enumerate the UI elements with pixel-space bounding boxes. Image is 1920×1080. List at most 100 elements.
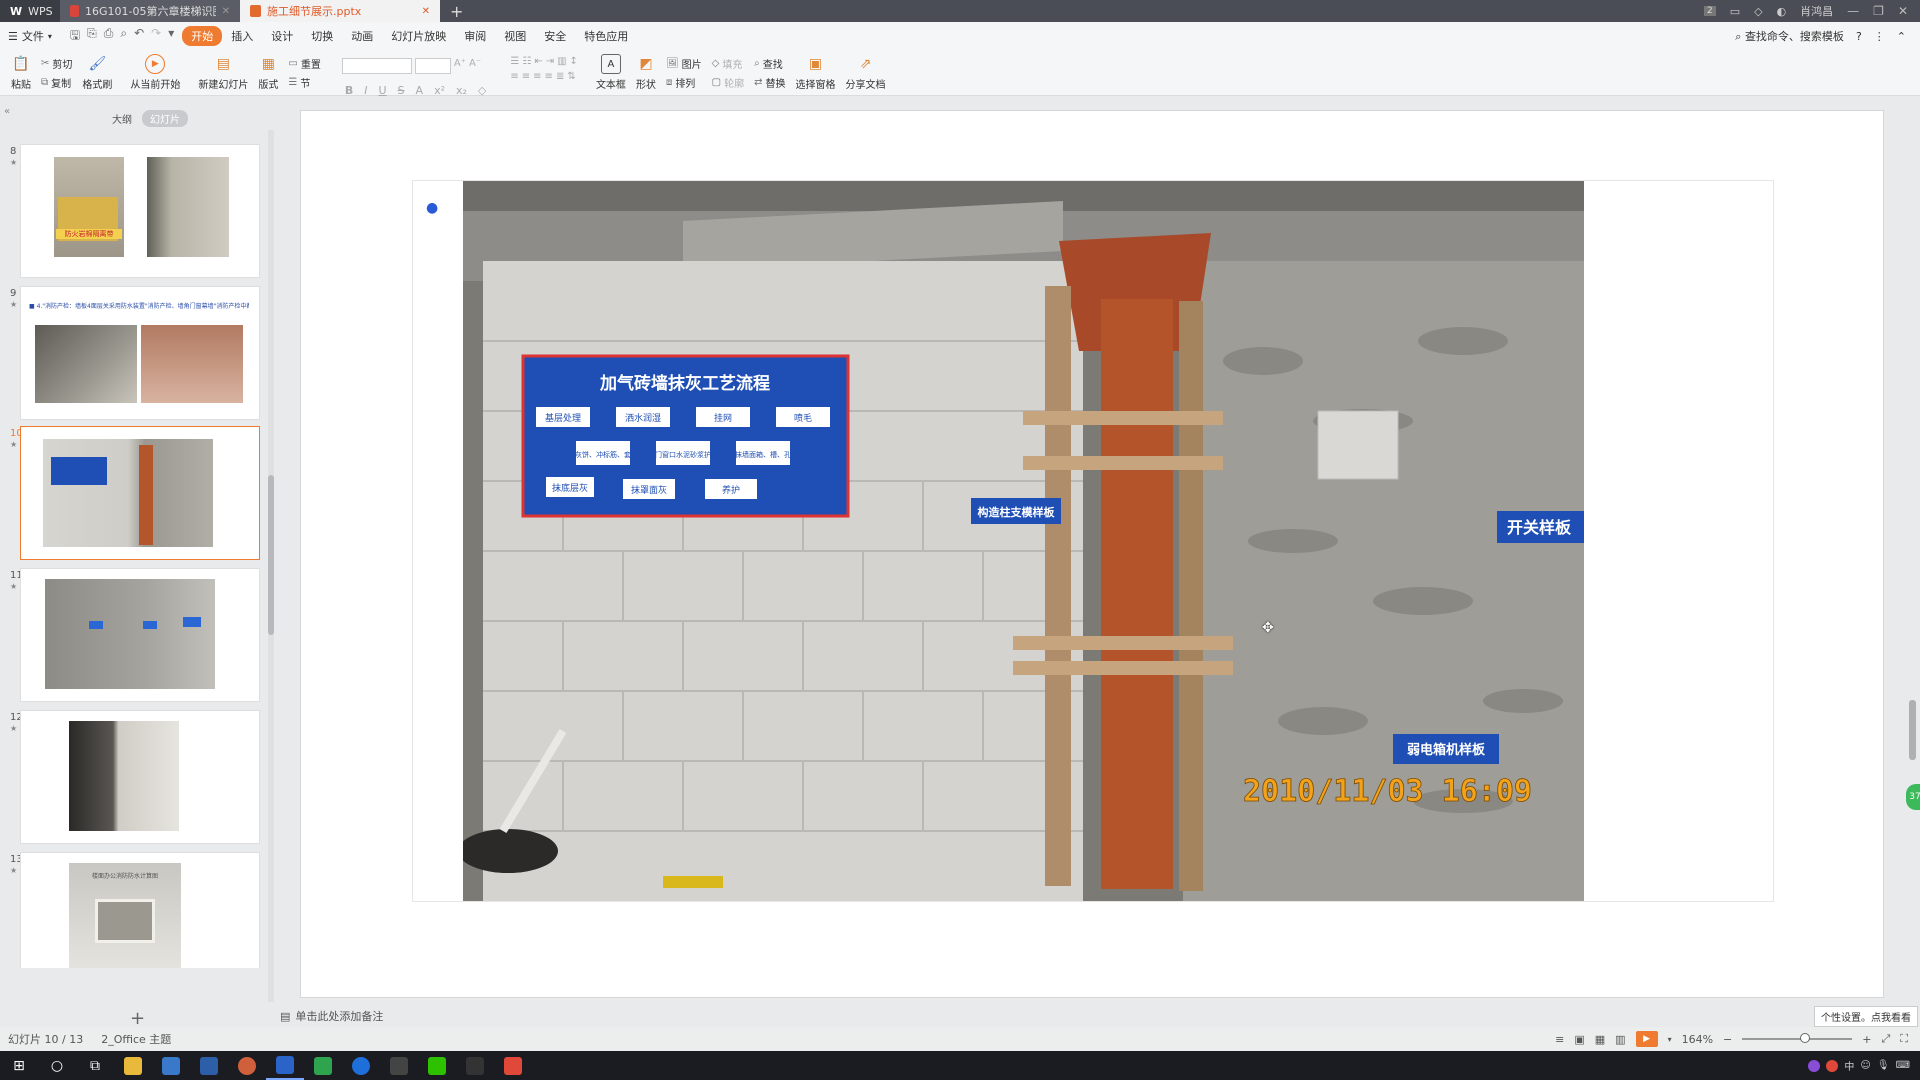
fullscreen-icon[interactable]: ⛶	[1900, 1032, 1908, 1046]
undo-icon[interactable]: ↶	[134, 26, 144, 47]
section-button[interactable]: ☰ 节	[288, 75, 320, 90]
select-pane-button[interactable]: ▣ 选择窗格	[790, 54, 840, 91]
clear-format-icon[interactable]: ◇	[478, 84, 486, 97]
tab-pptx-document[interactable]: 施工细节展示.pptx ✕	[240, 0, 440, 22]
tab-wps-home[interactable]: W WPS	[0, 0, 60, 22]
app-icon[interactable]	[380, 1051, 418, 1080]
distribute-icon[interactable]: ≣	[556, 71, 564, 82]
user-avatar-icon[interactable]: ◐	[1777, 5, 1787, 18]
file-menu-button[interactable]: ☰ 文件 ▾	[8, 28, 62, 44]
slide-thumbnail-8[interactable]: 防火岩棉隔离带	[20, 144, 260, 278]
underline-icon[interactable]: U	[378, 84, 386, 97]
tab-slides[interactable]: 幻灯片	[142, 110, 188, 127]
menu-start[interactable]: 开始	[182, 26, 223, 46]
slide-thumbnail-11[interactable]	[20, 568, 260, 702]
tray-icon[interactable]: 中	[1844, 1058, 1854, 1073]
notes-toggle-icon[interactable]: ≡	[1555, 1033, 1564, 1046]
replace-button[interactable]: ⇄ 替换	[754, 75, 785, 90]
menu-animation[interactable]: 动画	[342, 26, 382, 46]
command-search[interactable]: ⌕ 查找命令、搜索模板	[1735, 28, 1844, 44]
close-window-button[interactable]: ✕	[1898, 4, 1908, 18]
menu-design[interactable]: 设计	[262, 26, 302, 46]
italic-icon[interactable]: I	[364, 84, 367, 97]
wps-taskbar-icon[interactable]	[266, 1051, 304, 1080]
normal-view-icon[interactable]: ▣	[1574, 1033, 1584, 1046]
task-view-icon[interactable]: ⧉	[76, 1051, 114, 1080]
zoom-slider-knob[interactable]	[1800, 1033, 1811, 1043]
redo-icon[interactable]: ↷	[151, 26, 161, 47]
shrink-font-icon[interactable]: A⁻	[469, 58, 481, 74]
paste-button[interactable]: 📋 粘贴	[6, 54, 36, 91]
superscript-icon[interactable]: x²	[434, 84, 445, 97]
picture-button[interactable]: 🖼 图片	[666, 56, 702, 71]
browser-icon[interactable]	[228, 1051, 266, 1080]
text-direction-icon[interactable]: ⇅	[567, 71, 575, 82]
skin-icon[interactable]: ▭	[1730, 5, 1740, 18]
menu-review[interactable]: 审阅	[455, 26, 495, 46]
font-color-icon[interactable]: A	[416, 84, 424, 97]
media-icon[interactable]	[456, 1051, 494, 1080]
app-icon[interactable]	[304, 1051, 342, 1080]
zoom-in-button[interactable]: +	[1862, 1033, 1871, 1046]
output-pdf-icon[interactable]: ⎘	[87, 26, 97, 47]
slide-thumbnail-9[interactable]: ■ 4."消防产检：墙板4面层关采用防水装置"消防产检、墙角门窗幕墙"消防产检中…	[20, 286, 260, 420]
cut-button[interactable]: ✂ 剪切	[41, 56, 72, 71]
app-icon[interactable]	[494, 1051, 532, 1080]
canvas-scrollbar[interactable]	[1906, 110, 1918, 998]
ime-icon[interactable]	[1826, 1059, 1839, 1072]
app-icon[interactable]	[342, 1051, 380, 1080]
shape-button[interactable]: ◩ 形状	[631, 54, 661, 91]
keyboard-icon[interactable]: ⌨	[1896, 1060, 1910, 1071]
notes-bar[interactable]: ▤ 单击此处添加备注	[280, 1006, 383, 1026]
fit-window-icon[interactable]: ⤢	[1881, 1032, 1890, 1046]
align-left-icon[interactable]: ≡	[510, 71, 518, 82]
line-spacing-icon[interactable]: ↕	[570, 56, 578, 67]
search-icon[interactable]: ○	[38, 1051, 76, 1080]
app-icon[interactable]	[190, 1051, 228, 1080]
reading-view-icon[interactable]: ▥	[1615, 1033, 1625, 1046]
font-size-input[interactable]	[414, 58, 451, 74]
more-options-icon[interactable]: ⋮	[1874, 30, 1885, 43]
user-name[interactable]: 肖鸿昌	[1800, 3, 1833, 19]
file-explorer-icon[interactable]	[114, 1051, 152, 1080]
slide-thumbnail-12[interactable]	[20, 710, 260, 844]
menu-slideshow[interactable]: 幻灯片放映	[382, 26, 455, 46]
fill-button[interactable]: ◇ 填充	[712, 56, 744, 71]
bold-icon[interactable]: B	[345, 84, 353, 97]
print-icon[interactable]: ⎙	[104, 26, 114, 47]
find-button[interactable]: ⌕ 查找	[754, 56, 785, 71]
customize-icon[interactable]: ▾	[168, 26, 174, 47]
close-icon[interactable]: ✕	[222, 6, 230, 17]
scrollbar-thumb[interactable]	[1909, 700, 1916, 760]
slide-panel-scrollbar[interactable]	[268, 130, 274, 1002]
reset-button[interactable]: ▭ 重置	[288, 56, 320, 71]
new-tab-button[interactable]: +	[440, 0, 473, 22]
share-doc-button[interactable]: ⇗ 分享文档	[840, 54, 890, 91]
app-icon[interactable]	[152, 1051, 190, 1080]
menu-insert[interactable]: 插入	[222, 26, 262, 46]
align-right-icon[interactable]: ≡	[533, 71, 541, 82]
menu-view[interactable]: 视图	[495, 26, 535, 46]
layout-button[interactable]: ▦ 版式	[253, 54, 283, 91]
menu-security[interactable]: 安全	[535, 26, 575, 46]
chevron-down-icon[interactable]: ▾	[1668, 1035, 1672, 1044]
print-preview-icon[interactable]: ⌕	[120, 26, 127, 47]
minimize-button[interactable]: —	[1847, 4, 1859, 18]
format-painter-button[interactable]: 🖌 格式刷	[77, 54, 117, 91]
font-family-input[interactable]	[341, 58, 412, 74]
bullets-icon[interactable]: ☰	[510, 56, 519, 67]
grow-font-icon[interactable]: A⁺	[454, 58, 466, 74]
window-layout-icon[interactable]: 2	[1703, 6, 1716, 16]
add-slide-button[interactable]: +	[130, 1008, 145, 1029]
arrange-button[interactable]: ⧈ 排列	[666, 75, 702, 90]
zoom-slider[interactable]	[1742, 1033, 1853, 1043]
textbox-button[interactable]: A 文本框	[591, 54, 631, 91]
outline-button[interactable]: ▢ 轮廓	[712, 75, 744, 90]
slide-thumbnail-13[interactable]: 楼面办公消防防水计算图	[20, 852, 260, 968]
tab-outline[interactable]: 大纲	[104, 110, 140, 127]
assistant-badge-icon[interactable]: 37	[1906, 784, 1920, 810]
sorter-view-icon[interactable]: ▦	[1595, 1033, 1605, 1046]
justify-icon[interactable]: ≡	[545, 71, 553, 82]
scrollbar-thumb[interactable]	[268, 475, 274, 635]
indent-decrease-icon[interactable]: ⇤	[534, 56, 542, 67]
